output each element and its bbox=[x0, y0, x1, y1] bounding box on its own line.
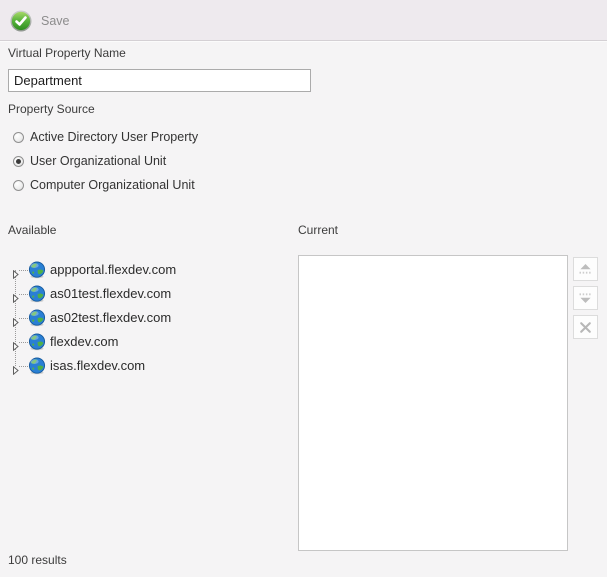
results-count-status: 100 results bbox=[8, 553, 67, 567]
save-button[interactable]: Save bbox=[8, 5, 80, 36]
property-source-radio[interactable]: Computer Organizational Unit bbox=[13, 173, 293, 197]
radio-circle-icon bbox=[13, 132, 24, 143]
current-list-box[interactable] bbox=[298, 255, 568, 551]
arrow-down-icon bbox=[578, 292, 593, 304]
tree-item-domain[interactable]: appportal.flexdev.com bbox=[0, 258, 285, 282]
radio-circle-icon bbox=[13, 180, 24, 191]
property-source-radio[interactable]: User Organizational Unit bbox=[13, 149, 293, 173]
radio-circle-icon bbox=[13, 156, 24, 167]
toolbar: Save bbox=[0, 0, 607, 41]
move-down-button[interactable] bbox=[573, 286, 598, 310]
tree-connector-stub bbox=[19, 270, 28, 271]
tree-connector-stub bbox=[19, 318, 28, 319]
current-list-item[interactable] bbox=[299, 282, 567, 306]
save-check-icon bbox=[10, 10, 32, 32]
tree-item-domain[interactable]: isas.flexdev.com bbox=[0, 354, 285, 378]
tree-connector-stub bbox=[19, 294, 28, 295]
virtual-property-name-input[interactable] bbox=[8, 69, 311, 92]
domain-name-label: appportal.flexdev.com bbox=[50, 262, 176, 277]
current-label: Current bbox=[298, 223, 338, 237]
globe-icon bbox=[28, 357, 46, 375]
tree-item-domain[interactable]: as02test.flexdev.com bbox=[0, 306, 285, 330]
current-list-item[interactable] bbox=[299, 306, 567, 330]
property-source-radio-group: Active Directory User Property User Orga… bbox=[13, 125, 293, 197]
radio-label: Computer Organizational Unit bbox=[30, 178, 195, 192]
domain-name-label: isas.flexdev.com bbox=[50, 358, 145, 373]
tree-item-domain[interactable]: as01test.flexdev.com bbox=[0, 282, 285, 306]
globe-icon bbox=[28, 333, 46, 351]
domain-name-label: flexdev.com bbox=[50, 334, 118, 349]
globe-icon bbox=[28, 309, 46, 327]
property-source-label: Property Source bbox=[8, 102, 95, 116]
save-button-label: Save bbox=[41, 14, 70, 28]
current-list-item[interactable] bbox=[299, 258, 567, 282]
tree-connector-stub bbox=[19, 342, 28, 343]
domain-name-label: as01test.flexdev.com bbox=[50, 286, 171, 301]
arrow-up-icon bbox=[578, 263, 593, 275]
tree-connector-stub bbox=[19, 366, 28, 367]
radio-label: Active Directory User Property bbox=[30, 130, 198, 144]
tree-item-domain[interactable]: flexdev.com bbox=[0, 330, 285, 354]
property-source-radio[interactable]: Active Directory User Property bbox=[13, 125, 293, 149]
globe-icon bbox=[28, 285, 46, 303]
remove-item-button[interactable] bbox=[573, 315, 598, 339]
available-label: Available bbox=[8, 223, 56, 237]
radio-label: User Organizational Unit bbox=[30, 154, 166, 168]
globe-icon bbox=[28, 261, 46, 279]
move-up-button[interactable] bbox=[573, 257, 598, 281]
domain-name-label: as02test.flexdev.com bbox=[50, 310, 171, 325]
x-icon bbox=[579, 321, 592, 334]
virtual-property-name-label: Virtual Property Name bbox=[8, 46, 126, 60]
virtual-property-editor-window: Save Virtual Property Name Property Sour… bbox=[0, 0, 607, 577]
available-domains-tree: appportal.flexdev.com bbox=[0, 258, 285, 378]
